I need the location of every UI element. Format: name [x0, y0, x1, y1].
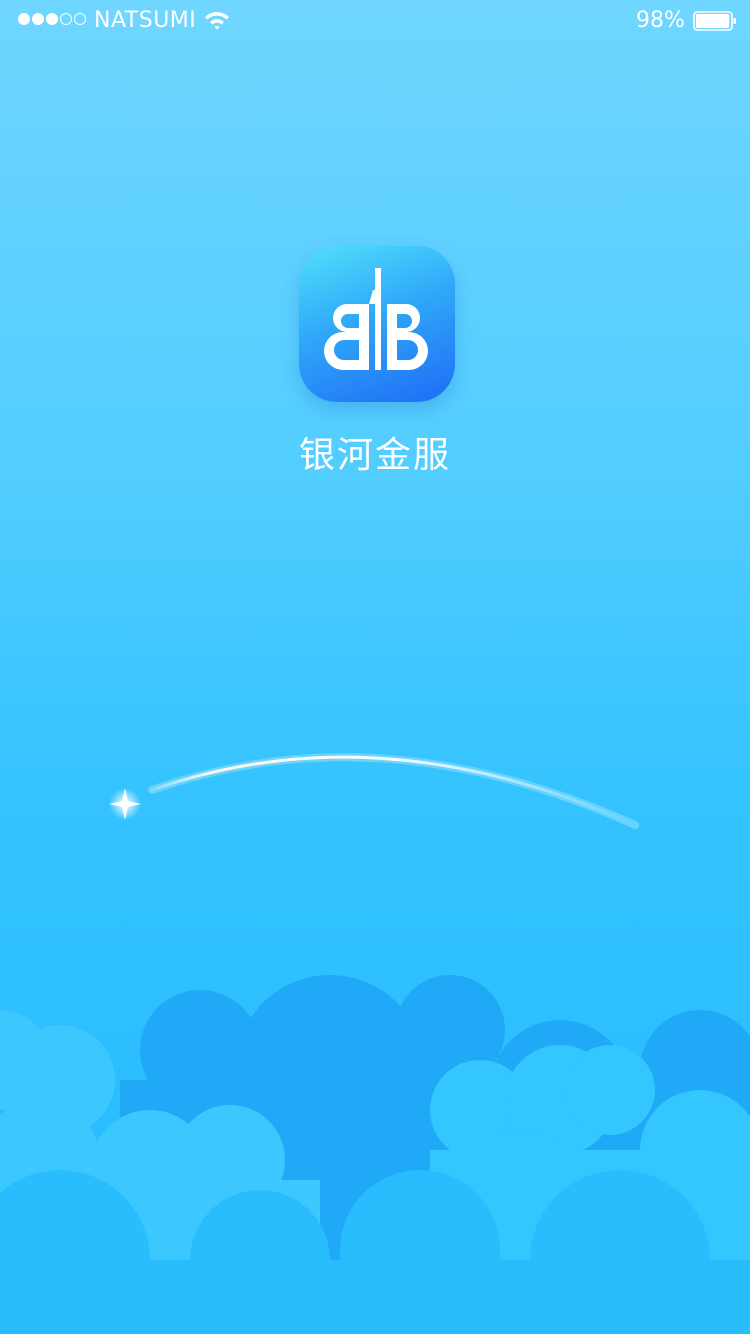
wifi-icon — [205, 12, 229, 30]
cellular-signal-icon — [18, 13, 86, 25]
battery-percentage: 98% — [636, 8, 685, 33]
app-name: 银河金服 — [298, 435, 451, 476]
clouds-decoration — [0, 975, 750, 1334]
app-logo-icon — [299, 246, 455, 402]
battery-icon — [693, 11, 736, 31]
bb-logo-icon — [324, 268, 428, 370]
shooting-star-arc — [109, 753, 639, 829]
carrier-name: NATSUMI — [94, 8, 197, 33]
status-bar: NATSUMI 98% — [0, 0, 750, 40]
